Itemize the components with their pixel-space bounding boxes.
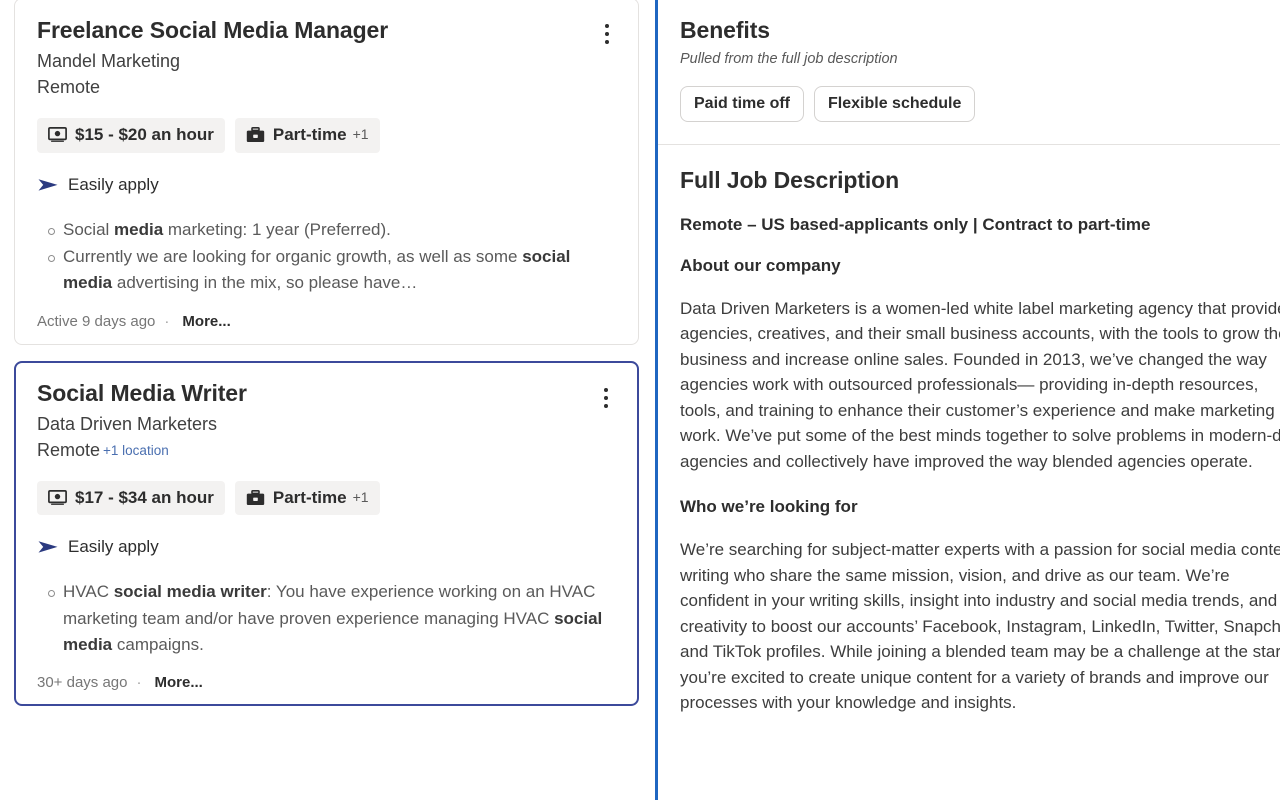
briefcase-icon [246,126,265,143]
jd-paragraph-about: Data Driven Marketers is a women-led whi… [680,298,1280,471]
job-snippet-item: Currently we are looking for organic gro… [37,244,616,297]
full-job-description-heading: Full Job Description [680,166,900,193]
job-company[interactable]: Data Driven Marketers [37,411,616,437]
snippet-text: advertising in the mix, so please have… [112,273,418,293]
job-options-kebab-icon[interactable] [594,19,620,49]
briefcase-icon [246,489,265,506]
full-job-description-section: Full Job Description Remote – US based-a… [658,145,1280,736]
salary-text: $15 - $20 an hour [75,125,214,145]
snippet-text: campaigns. [112,634,204,654]
job-snippet-item: Social media marketing: 1 year (Preferre… [37,217,616,243]
job-detail-pane[interactable]: Benefits Pulled from the full job descri… [655,0,1280,800]
job-card-selected[interactable]: Social Media Writer Data Driven Marketer… [14,360,639,707]
kebab-dot [604,403,608,408]
jobtype-text: Part-time [272,487,347,507]
benefit-chip: Paid time off [680,85,805,122]
kebab-dot [605,24,609,28]
kebab-dot [605,40,609,44]
easily-apply-label: Easily apply [68,537,159,557]
jobtype-chip: Part-time +1 [234,118,380,153]
jd-subheading-remote: Remote – US based-applicants only | Cont… [680,214,1151,234]
benefit-chip: Flexible schedule [814,85,976,122]
footer-separator: · [136,674,142,692]
snippet-highlight: media [114,219,164,239]
job-location-text: Remote [37,439,101,460]
job-card[interactable]: Freelance Social Media Manager Mandel Ma… [14,0,639,345]
jd-paragraph-who: We’re searching for subject-matter exper… [680,540,1280,713]
job-search-results-page: Freelance Social Media Manager Mandel Ma… [0,0,1280,800]
easily-apply-badge: Easily apply [37,175,616,195]
job-title[interactable]: Social Media Writer [37,380,616,407]
kebab-dot [604,387,608,392]
snippet-highlight: social media writer [113,582,267,602]
jd-subheading-about: About our company [680,255,841,275]
snippet-text: marketing: 1 year (Preferred). [163,219,391,239]
benefits-section: Benefits Pulled from the full job descri… [658,0,1280,145]
job-snippet-list: HVAC social media writer: You have exper… [37,579,616,658]
job-activity-date: Active 9 days ago [37,312,156,330]
job-card-footer: 30+ days ago · More... [37,674,616,691]
more-link[interactable]: More... [182,313,230,330]
job-snippet-item: HVAC social media writer: You have exper… [37,579,616,658]
job-results-list[interactable]: Freelance Social Media Manager Mandel Ma… [0,0,655,800]
footer-separator: · [164,312,170,330]
money-bill-icon [48,490,67,505]
job-location: Remote [37,74,616,100]
benefits-heading: Benefits [680,17,770,43]
job-company[interactable]: Mandel Marketing [37,48,616,74]
jobtype-text: Part-time [272,125,347,145]
kebab-dot [605,32,609,36]
job-location-text: Remote [37,77,101,98]
more-link[interactable]: More... [155,674,203,691]
job-card-footer: Active 9 days ago · More... [37,313,616,330]
send-arrow-icon [37,539,59,555]
easily-apply-badge: Easily apply [37,537,616,557]
snippet-text: Currently we are looking for organic gro… [63,246,523,266]
job-snippet-list: Social media marketing: 1 year (Preferre… [37,217,616,297]
job-title[interactable]: Freelance Social Media Manager [37,17,616,44]
jobtype-extra-count: +1 [352,488,369,505]
salary-chip: $15 - $20 an hour [37,118,225,153]
jd-subheading-who: Who we’re looking for [680,497,858,517]
benefits-subtitle: Pulled from the full job description [680,50,898,67]
job-options-kebab-icon[interactable] [593,383,619,413]
job-meta-chips: $15 - $20 an hour Part-time +1 [37,118,616,153]
jobtype-extra-count: +1 [352,126,369,143]
benefit-chip-list: Paid time off Flexible schedule [680,85,1258,122]
snippet-text: Social [63,219,115,239]
easily-apply-label: Easily apply [68,174,159,194]
additional-locations-link[interactable]: +1 location [103,443,169,458]
money-bill-icon [48,127,67,143]
salary-text: $17 - $34 an hour [75,487,214,507]
send-arrow-icon [37,177,59,193]
jobtype-chip: Part-time +1 [234,480,380,516]
job-activity-date: 30+ days ago [37,674,128,692]
snippet-text: HVAC [63,582,114,602]
job-meta-chips: $17 - $34 an hour Part-time +1 [37,480,616,516]
kebab-dot [604,395,608,400]
job-location: Remote +1 location [37,437,616,463]
salary-chip: $17 - $34 an hour [37,480,225,516]
